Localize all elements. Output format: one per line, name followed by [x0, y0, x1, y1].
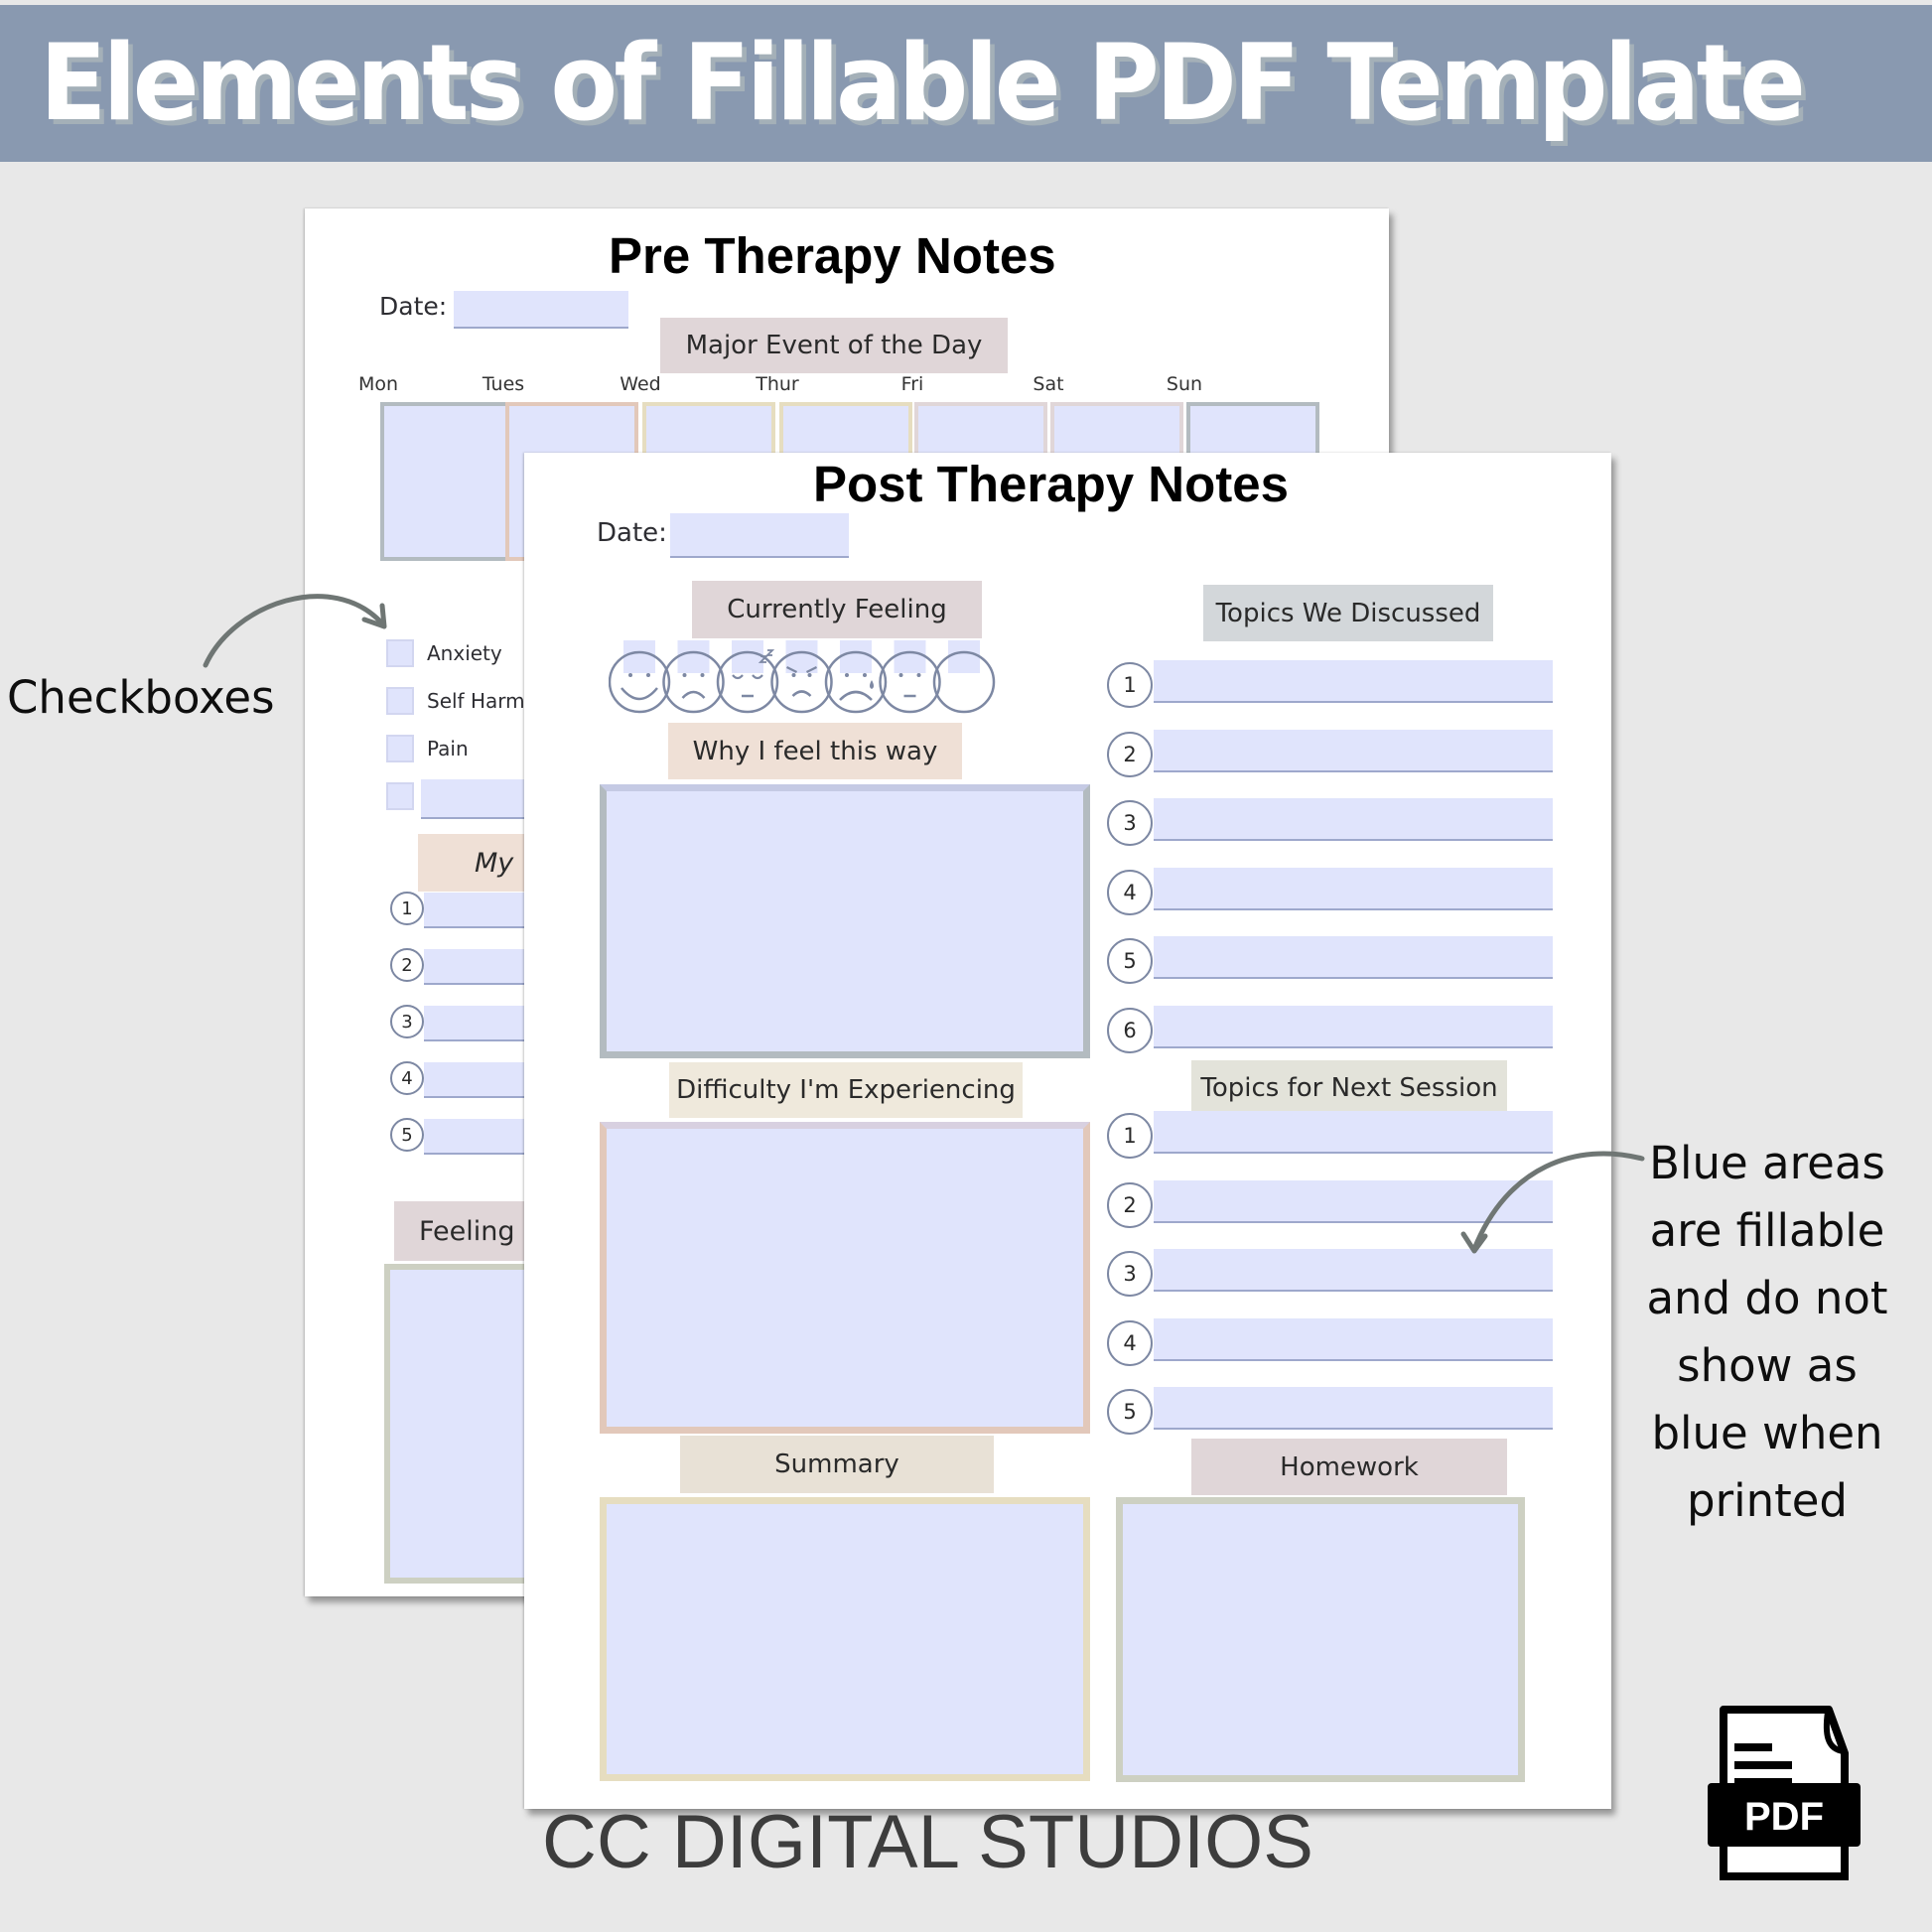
topics-discussed-field[interactable]: [1154, 660, 1553, 703]
day-field-mon[interactable]: [380, 402, 511, 561]
post-date-field[interactable]: [670, 513, 849, 558]
summary-header: Summary: [680, 1436, 994, 1493]
blue-areas-callout: Blue areas are fillable and do not show …: [1628, 1130, 1906, 1535]
day-label-thur: Thur: [756, 373, 799, 395]
day-label-sat: Sat: [1033, 373, 1064, 395]
blue-areas-line-3: and do not: [1646, 1272, 1888, 1324]
topics-discussed-field[interactable]: [1154, 798, 1553, 841]
checkbox-label-pain: Pain: [427, 737, 469, 760]
mood-selector: [609, 636, 1075, 716]
topics-discussed-number-badge: 6: [1107, 1007, 1153, 1053]
checkboxes-arrow-icon: [203, 594, 387, 668]
homework-text-area[interactable]: [1116, 1497, 1525, 1782]
topics-next-field[interactable]: [1154, 1387, 1553, 1430]
blue-areas-line-2: are fillable: [1649, 1204, 1885, 1257]
day-label-wed: Wed: [620, 373, 661, 395]
topics-discussed-field[interactable]: [1154, 867, 1553, 910]
mood-sad-icon[interactable]: [662, 640, 725, 714]
blue-areas-line-6: printed: [1687, 1474, 1848, 1527]
brand-name: CC DIGITAL STUDIOS: [542, 1800, 1313, 1884]
title-banner: Elements of Fillable PDF Template: [0, 5, 1932, 162]
topics-discussed-number-badge: 5: [1107, 938, 1153, 984]
topics-next-number-badge: 4: [1107, 1319, 1153, 1366]
pre-date-label: Date:: [379, 292, 448, 321]
blue-areas-arrow-icon: [1460, 1151, 1645, 1254]
topics-next-number-badge: 3: [1107, 1251, 1153, 1297]
difficulty-text-area[interactable]: [600, 1122, 1090, 1434]
post-therapy-title: Post Therapy Notes: [813, 456, 1289, 512]
pdf-file-icon: PDF: [1702, 1704, 1866, 1882]
banner-title: Elements of Fillable PDF Template: [40, 22, 1806, 144]
mood-blank-icon[interactable]: [932, 640, 996, 714]
topics-discussed-field[interactable]: [1154, 936, 1553, 979]
pre-number-badge: 2: [390, 948, 424, 982]
pre-therapy-title: Pre Therapy Notes: [609, 227, 1056, 284]
pre-number-badge: 4: [390, 1061, 424, 1095]
topics-discussed-field[interactable]: [1154, 1005, 1553, 1048]
mood-neutral-icon[interactable]: [879, 640, 941, 714]
topics-discussed-header: Topics We Discussed: [1203, 585, 1493, 641]
topics-next-field[interactable]: [1154, 1317, 1553, 1361]
topics-discussed-number-badge: 1: [1107, 662, 1153, 708]
major-event-header: Major Event of the Day: [660, 318, 1008, 373]
mood-angry-icon[interactable]: [770, 640, 833, 714]
topics-discussed-field[interactable]: [1154, 729, 1553, 772]
blue-areas-line-1: Blue areas: [1649, 1137, 1885, 1189]
pre-number-badge: 5: [390, 1118, 424, 1152]
post-therapy-page: Post Therapy Notes Date: Currently Feeli…: [524, 453, 1611, 1809]
mood-happy-icon[interactable]: [609, 640, 671, 714]
day-label-tues: Tues: [482, 373, 525, 395]
day-label-mon: Mon: [357, 373, 399, 395]
blue-areas-line-5: blue when: [1651, 1407, 1883, 1459]
post-date-label: Date:: [597, 518, 667, 548]
day-label-fri: Fri: [900, 373, 924, 395]
topics-next-header: Topics for Next Session: [1191, 1060, 1507, 1116]
topics-next-number-badge: 5: [1107, 1389, 1153, 1435]
blue-areas-line-4: show as: [1677, 1339, 1858, 1392]
checkbox-self-harm[interactable]: [386, 687, 414, 715]
pre-number-badge: 1: [390, 892, 424, 925]
homework-header: Homework: [1191, 1439, 1507, 1495]
checkbox-label-self-harm: Self Harm: [427, 689, 525, 713]
checkboxes-callout-text: Checkboxes: [7, 671, 275, 724]
mood-sleepy-icon[interactable]: [716, 640, 779, 714]
topics-discussed-number-badge: 2: [1107, 731, 1153, 777]
mood-crying-icon[interactable]: [824, 640, 888, 714]
difficulty-header: Difficulty I'm Experiencing: [669, 1062, 1023, 1118]
topics-next-number-badge: 2: [1107, 1181, 1153, 1228]
checkbox-pain[interactable]: [386, 735, 414, 762]
why-header: Why I feel this way: [668, 723, 962, 779]
topics-next-number-badge: 1: [1107, 1113, 1153, 1159]
pre-number-badge: 3: [390, 1005, 424, 1038]
summary-text-area[interactable]: [600, 1497, 1090, 1781]
topics-discussed-number-badge: 3: [1107, 800, 1153, 846]
currently-feeling-header: Currently Feeling: [692, 581, 982, 638]
pre-date-field[interactable]: [454, 291, 628, 329]
pdf-icon-label: PDF: [1744, 1795, 1824, 1839]
day-label-sun: Sun: [1166, 373, 1203, 395]
why-text-area[interactable]: [600, 784, 1090, 1058]
checkbox-label-anxiety: Anxiety: [427, 641, 502, 665]
checkbox-other[interactable]: [386, 782, 414, 810]
topics-discussed-number-badge: 4: [1107, 869, 1153, 915]
